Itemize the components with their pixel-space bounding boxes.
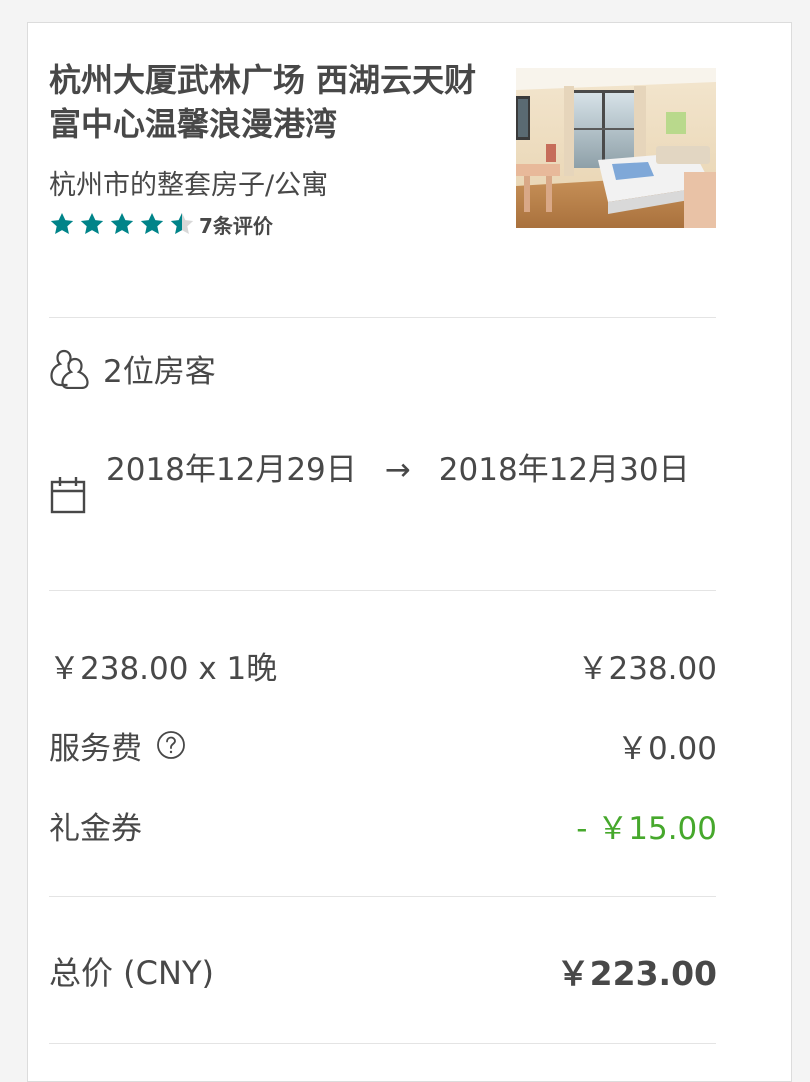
total-price-amount: ￥223.00 — [556, 954, 717, 993]
listing-summary[interactable]: 杭州大厦武林广场 西湖云天财富中心温馨浪漫港湾 杭州市的整套房子/公寓 7条评价 — [49, 58, 719, 238]
listing-rating[interactable]: 7条评价 — [49, 210, 273, 238]
star-rating — [49, 211, 199, 237]
total-price-row: 总价 (CNY) ￥223.00 — [49, 949, 717, 993]
coupon-row: 礼金券 - ￥15.00 — [49, 803, 717, 847]
star-icon — [140, 212, 164, 234]
service-fee-label-group: 服务费 — [49, 723, 186, 768]
section-divider — [49, 317, 716, 318]
section-divider — [49, 1043, 716, 1044]
listing-type: 杭州市的整套房子/公寓 — [49, 170, 329, 201]
guests-label: 2位房客 — [103, 353, 216, 390]
review-count[interactable]: 7条评价 — [199, 210, 273, 239]
total-price-label: 总价 (CNY) — [49, 954, 214, 992]
nightly-price-amount: ￥238.00 — [577, 650, 717, 687]
listing-title[interactable]: 杭州大厦武林广场 西湖云天财富中心温馨浪漫港湾 — [49, 58, 489, 146]
star-icon — [110, 212, 134, 234]
listing-photo[interactable] — [516, 68, 716, 228]
hotel-room-photo — [516, 68, 716, 228]
nightly-price-label: ￥238.00 x 1晚 — [49, 650, 278, 687]
star-icon — [80, 212, 104, 234]
half-star-icon — [170, 212, 194, 234]
section-divider — [49, 896, 716, 897]
date-range-arrow: → — [384, 452, 411, 488]
question-mark-icon[interactable] — [156, 730, 186, 760]
service-fee-label: 服务费 — [49, 730, 142, 767]
star-icon — [50, 212, 74, 234]
check-out-date: 2018年12月30日 — [438, 452, 690, 488]
check-in-date: 2018年12月29日 — [106, 452, 357, 488]
section-divider — [49, 590, 716, 591]
service-fee-row: 服务费 ￥0.00 — [49, 723, 717, 767]
guest-count: 2位房客 — [49, 344, 216, 392]
coupon-amount: - ￥15.00 — [576, 810, 717, 847]
coupon-label: 礼金券 — [49, 810, 142, 847]
service-fee-amount: ￥0.00 — [616, 730, 717, 767]
nightly-price-row: ￥238.00 x 1晚 ￥238.00 — [49, 643, 717, 687]
guests-icon — [50, 349, 89, 389]
calendar-icon — [50, 477, 86, 514]
